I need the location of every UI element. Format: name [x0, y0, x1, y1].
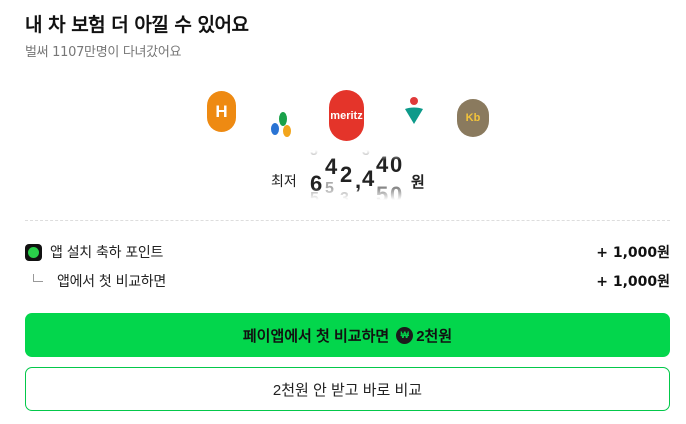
compare-in-app-button[interactable]: 페이앱에서 첫 비교하면 ₩ 2천원 — [25, 313, 670, 357]
currency-label: 원 — [411, 173, 425, 191]
hana-logo — [400, 94, 428, 128]
kb-logo: Kb — [457, 99, 489, 137]
price-label: 최저 — [271, 174, 297, 190]
coin-icon: ₩ — [396, 326, 414, 344]
db-logo — [266, 107, 296, 141]
hyundai-logo: H — [207, 91, 236, 132]
point-amount: + 1,000원 — [596, 245, 670, 261]
compare-now-button[interactable]: 2천원 안 받고 바로 비교 — [25, 367, 670, 411]
divider — [25, 220, 670, 221]
button-reward: 2천원 — [416, 327, 453, 345]
point-row-install: 앱 설치 축하 포인트 + 1,000원 — [25, 241, 670, 263]
meritz-logo: meritz — [329, 90, 364, 141]
price-digits: 5 6 5 4 5 2 3 , 3 4 4 5 0 0 — [310, 150, 410, 200]
insurer-logos: H meritz Kb — [0, 0, 686, 150]
lowest-price: 최저 5 6 5 4 5 2 3 , 3 4 4 5 0 0 — [270, 150, 440, 200]
point-row-compare: 앱에서 첫 비교하면 + 1,000원 — [25, 270, 670, 292]
point-label: 앱 설치 축하 포인트 — [50, 245, 164, 261]
sub-item-icon — [33, 274, 43, 282]
pay-icon — [25, 243, 42, 261]
point-amount: + 1,000원 — [596, 274, 670, 290]
button-label: 페이앱에서 첫 비교하면 — [242, 327, 390, 345]
point-label: 앱에서 첫 비교하면 — [57, 274, 166, 290]
